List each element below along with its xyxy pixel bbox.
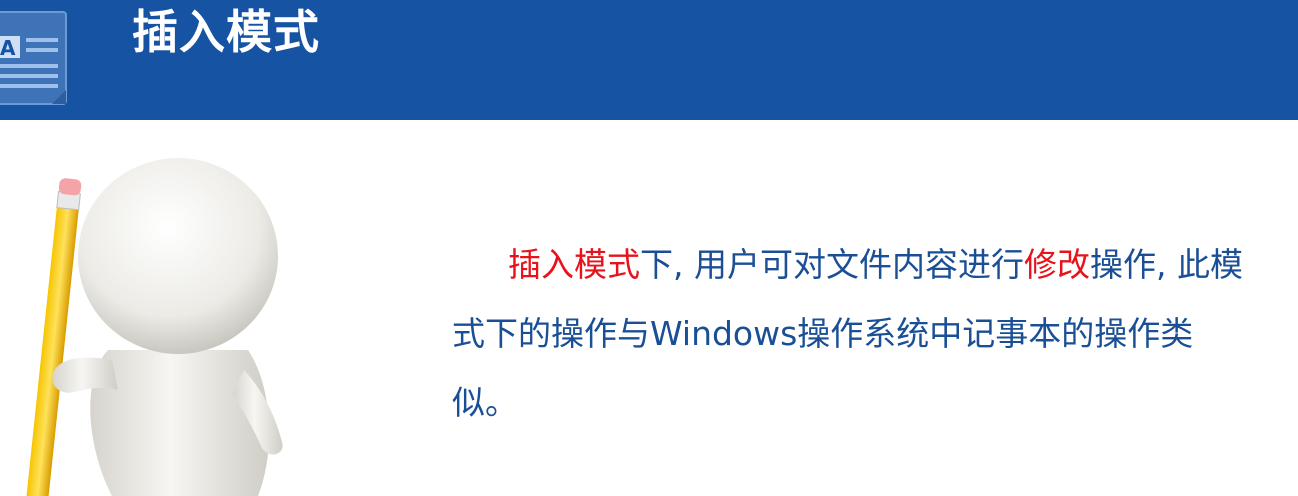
svg-text:A: A	[0, 36, 16, 60]
body-paragraph: 插入模式下, 用户可对文件内容进行修改操作, 此模式下的操作与Windows操作…	[452, 230, 1252, 437]
pencil-figure-illustration	[25, 158, 283, 496]
body-text-segment: 下, 用户可对文件内容进行	[640, 245, 1024, 284]
document-text-icon: A	[0, 11, 67, 105]
highlight-modify: 修改	[1023, 245, 1090, 284]
highlight-insert-mode: 插入模式	[508, 245, 640, 284]
header-bar: A 插入模式	[0, 0, 1298, 120]
page-title: 插入模式	[132, 5, 320, 59]
slide: A 插入模式 插入模式下, 用户可对文件内容进行修改操作, 此模式下的操作与Wi…	[0, 0, 1298, 496]
